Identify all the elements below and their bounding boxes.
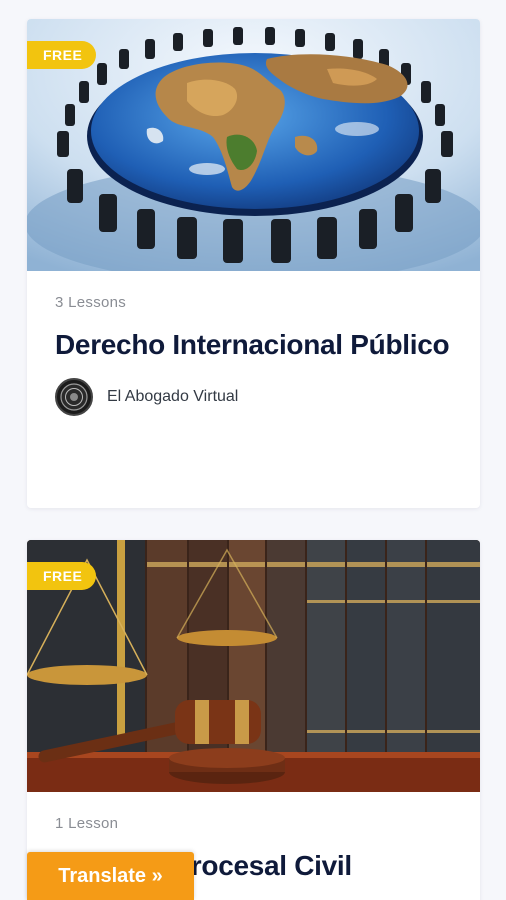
course-card[interactable]: FREE 3 Lessons Derecho Internacional Púb…: [27, 19, 480, 508]
author-name[interactable]: El Abogado Virtual: [107, 388, 238, 406]
course-author[interactable]: El Abogado Virtual: [55, 378, 452, 416]
course-thumbnail[interactable]: FREE: [27, 19, 480, 271]
seal-icon: [60, 383, 88, 411]
course-title[interactable]: Derecho Internacional Público: [55, 325, 452, 365]
author-avatar[interactable]: [55, 378, 93, 416]
course-card[interactable]: FREE 1 Lesson Derecho Procesal Civil: [27, 540, 480, 900]
lesson-count: 3 Lessons: [55, 294, 127, 311]
course-thumbnail[interactable]: FREE: [27, 540, 480, 792]
free-badge: FREE: [27, 41, 97, 69]
lesson-count: 1 Lesson: [55, 815, 119, 832]
course-list-page: FREE 3 Lessons Derecho Internacional Púb…: [0, 0, 506, 900]
translate-button[interactable]: Translate »: [27, 852, 194, 900]
free-badge: FREE: [27, 562, 97, 590]
